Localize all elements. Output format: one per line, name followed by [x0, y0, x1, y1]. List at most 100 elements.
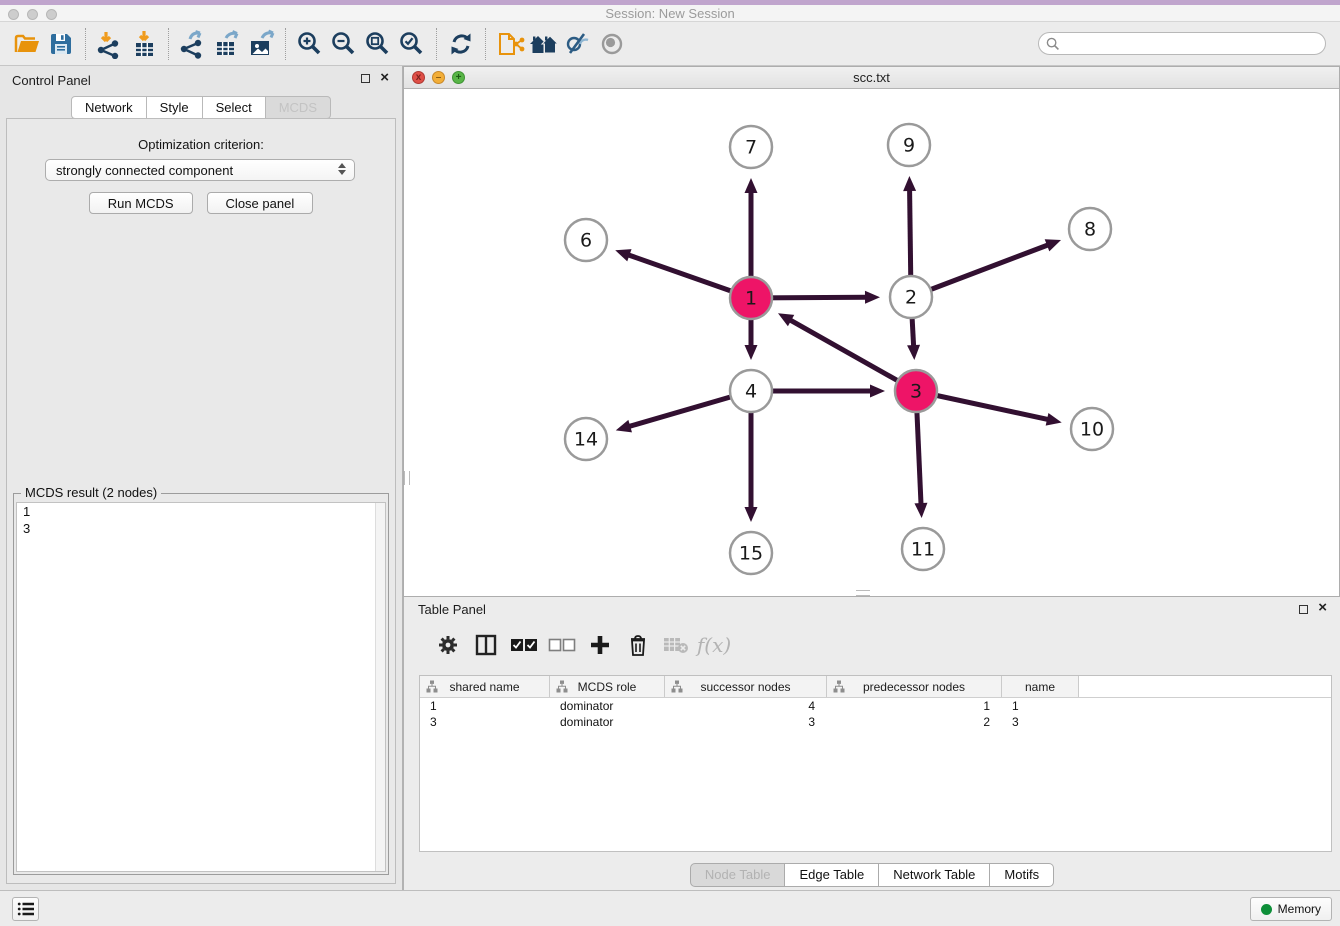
column-header-MCDS-role[interactable]: MCDS role: [550, 676, 665, 697]
show-hide-eye-icon[interactable]: [595, 27, 629, 61]
tab-motifs[interactable]: Motifs: [990, 863, 1054, 887]
graph-node-8[interactable]: 8: [1069, 208, 1111, 250]
export-table-icon[interactable]: [210, 27, 244, 61]
column-header-name[interactable]: name: [1002, 676, 1079, 697]
close-panel-icon[interactable]: ×: [380, 68, 389, 88]
network-window-titlebar[interactable]: x – + scc.txt: [404, 67, 1339, 89]
zoom-selected-icon[interactable]: [395, 27, 429, 61]
select-all-icon[interactable]: [507, 628, 541, 662]
run-mcds-button[interactable]: Run MCDS: [89, 192, 193, 214]
graph-node-6[interactable]: 6: [565, 219, 607, 261]
function-builder-icon[interactable]: f(x): [697, 628, 731, 662]
graph-node-9[interactable]: 9: [888, 124, 930, 166]
toolbar-separator: [485, 28, 486, 60]
node-label: 1: [745, 288, 757, 310]
tab-network-table[interactable]: Network Table: [879, 863, 990, 887]
mcds-result-list[interactable]: 13: [16, 502, 386, 872]
graph-edge-3-1[interactable]: [778, 313, 916, 391]
memory-button[interactable]: Memory: [1250, 897, 1332, 921]
resize-handle-left[interactable]: [404, 471, 410, 485]
table-toolbar: f(x): [419, 625, 1327, 665]
close-table-panel-icon[interactable]: ×: [1318, 598, 1327, 618]
float-panel-icon[interactable]: [361, 74, 370, 83]
table-row[interactable]: 3dominator323: [420, 714, 1331, 730]
table-row[interactable]: 1dominator411: [420, 698, 1331, 714]
save-session-icon[interactable]: [44, 27, 78, 61]
graph-node-14[interactable]: 14: [565, 418, 607, 460]
task-history-button[interactable]: [12, 897, 39, 921]
table-panel: Table Panel ×: [403, 597, 1340, 890]
new-network-from-file-icon[interactable]: [493, 27, 527, 61]
show-column-panel-icon[interactable]: [469, 628, 503, 662]
column-label: name: [1025, 680, 1055, 694]
graph-edge-2-8[interactable]: [911, 239, 1061, 297]
open-session-icon[interactable]: [10, 27, 44, 61]
node-label: 8: [1084, 219, 1096, 241]
deselect-all-icon[interactable]: [545, 628, 579, 662]
node-label: 3: [910, 381, 922, 403]
tab-style[interactable]: Style: [147, 96, 203, 119]
graph-node-11[interactable]: 11: [902, 528, 944, 570]
column-header-predecessor-nodes[interactable]: predecessor nodes: [827, 676, 1002, 697]
mcds-result-item[interactable]: 3: [17, 520, 385, 537]
import-network-icon[interactable]: [93, 27, 127, 61]
tab-node-table[interactable]: Node Table: [690, 863, 786, 887]
network-window: x – + scc.txt 1 2 3 4 6 7 8 9 10 11 14 15: [403, 66, 1340, 597]
tab-edge-table[interactable]: Edge Table: [785, 863, 879, 887]
column-header-successor-nodes[interactable]: successor nodes: [665, 676, 827, 697]
mcds-result-item[interactable]: 1: [17, 503, 385, 520]
criterion-select[interactable]: strongly connected component: [45, 159, 355, 181]
zoom-in-icon[interactable]: [293, 27, 327, 61]
table-cell: 1: [1002, 699, 1079, 713]
optimization-criterion-label: Optimization criterion:: [7, 137, 395, 152]
toolbar-separator: [168, 28, 169, 60]
table-cell: 2: [827, 715, 1002, 729]
mcds-result-title: MCDS result (2 nodes): [21, 485, 161, 500]
graph-node-7[interactable]: 7: [730, 126, 772, 168]
zoom-fit-icon[interactable]: [361, 27, 395, 61]
resize-handle-bottom[interactable]: [856, 590, 870, 596]
criterion-selected-value: strongly connected component: [56, 163, 233, 178]
table-settings-gear-icon[interactable]: [431, 628, 465, 662]
list-scrollbar[interactable]: [375, 503, 385, 871]
search-input[interactable]: [1060, 36, 1325, 51]
hide-glasses-icon[interactable]: [561, 27, 595, 61]
delete-table-icon[interactable]: [659, 628, 693, 662]
memory-label: Memory: [1278, 902, 1321, 916]
home-icon[interactable]: [527, 27, 561, 61]
tab-network[interactable]: Network: [71, 96, 147, 119]
tab-mcds[interactable]: MCDS: [266, 96, 331, 119]
node-label: 2: [905, 287, 917, 309]
import-table-icon[interactable]: [127, 27, 161, 61]
graph-node-3[interactable]: 3: [895, 370, 937, 412]
graph-node-1[interactable]: 1: [730, 277, 772, 319]
float-table-panel-icon[interactable]: [1299, 605, 1308, 614]
node-label: 7: [745, 137, 757, 159]
graph-node-2[interactable]: 2: [890, 276, 932, 318]
table-header-row: shared name MCDS role successor nodes prede…: [420, 676, 1331, 698]
status-bar: Memory: [0, 890, 1340, 926]
zoom-out-icon[interactable]: [327, 27, 361, 61]
node-label: 14: [574, 429, 598, 451]
column-header-shared-name[interactable]: shared name: [420, 676, 550, 697]
refresh-icon[interactable]: [444, 27, 478, 61]
column-label: MCDS role: [578, 680, 637, 694]
node-table[interactable]: shared name MCDS role successor nodes prede…: [419, 675, 1332, 852]
search-box[interactable]: [1038, 32, 1326, 55]
tab-select[interactable]: Select: [203, 96, 266, 119]
export-image-icon[interactable]: [244, 27, 278, 61]
graph-node-10[interactable]: 10: [1071, 408, 1113, 450]
graph-edge-3-10[interactable]: [916, 391, 1062, 426]
control-panel: Control Panel × NetworkStyleSelectMCDS O…: [0, 66, 403, 890]
delete-column-trash-icon[interactable]: [621, 628, 655, 662]
network-graph[interactable]: 1 2 3 4 6 7 8 9 10 11 14 15: [404, 89, 1339, 596]
network-canvas[interactable]: 1 2 3 4 6 7 8 9 10 11 14 15: [404, 89, 1339, 596]
create-column-plus-icon[interactable]: [583, 628, 617, 662]
graph-node-4[interactable]: 4: [730, 370, 772, 412]
column-label: successor nodes: [700, 680, 790, 694]
export-network-icon[interactable]: [176, 27, 210, 61]
table-body: 1dominator4113dominator323: [420, 698, 1331, 730]
close-panel-button[interactable]: Close panel: [207, 192, 314, 214]
graph-node-15[interactable]: 15: [730, 532, 772, 574]
node-label: 4: [745, 381, 757, 403]
